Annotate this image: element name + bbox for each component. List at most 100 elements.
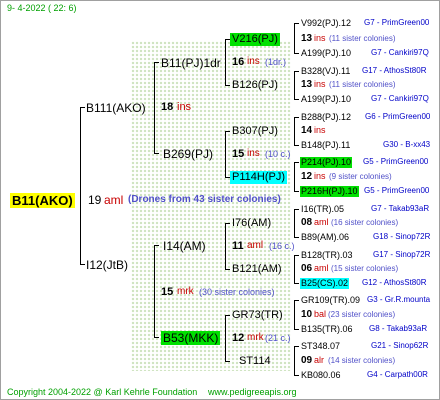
connector xyxy=(294,209,299,210)
gen4-name-9[interactable]: I16(TR).05 xyxy=(301,205,344,214)
gen3-count-8: 09 xyxy=(301,355,313,366)
gen3-label-8[interactable]: ST114 xyxy=(237,355,273,368)
connector xyxy=(80,107,81,265)
gen4-name-12[interactable]: B25(CS).02 xyxy=(300,278,350,289)
gen1-top-abbr: ins xyxy=(177,101,192,113)
connector xyxy=(294,23,295,54)
gen3-count-2: 13 xyxy=(301,79,313,90)
gen1-bot-label[interactable]: I12(JtB) xyxy=(86,259,128,271)
website-link[interactable]: www.pedigreeapis.org xyxy=(208,388,297,397)
connector xyxy=(294,117,295,146)
gen4-name-7[interactable]: P214(PJ).10 xyxy=(300,157,353,168)
pedigree-frame: 9- 4-2022 ( 22: 6) Copyright 2004-2022 @… xyxy=(0,0,440,400)
gen4-name-8[interactable]: P216H(PJ).10 xyxy=(300,186,359,197)
gen2-abbr-3: aml xyxy=(247,240,264,251)
gen3-abbr-3: ins xyxy=(314,125,326,135)
gen3-abbr-2: ins xyxy=(314,79,326,89)
gen4-name-5[interactable]: B288(PJ).12 xyxy=(301,113,351,122)
gen4-code-14: G8 - Takab93aR xyxy=(369,324,428,333)
gen4-code-6: G30 - B-xx43 xyxy=(383,140,431,149)
connector xyxy=(294,145,299,146)
gen3-label-4[interactable]: P114H(PJ) xyxy=(230,171,287,184)
gen4-name-10[interactable]: B89(AM).06 xyxy=(301,233,349,242)
date-stamp: 9- 4-2022 ( 22: 6) xyxy=(7,3,77,13)
gen4-code-9: G7 - Takab93aR xyxy=(371,204,430,213)
connector xyxy=(294,375,299,376)
connector xyxy=(294,99,299,100)
connector xyxy=(225,223,226,270)
gen4-name-3[interactable]: B328(VJ).11 xyxy=(301,67,350,76)
gen3-note-5: (16 sister colonies) xyxy=(331,218,399,227)
gen3-note-2: (11 sister colonies) xyxy=(329,80,396,89)
gen3-count-7: 10 xyxy=(301,309,313,320)
gen4-name-1[interactable]: V992(PJ).12 xyxy=(301,19,351,28)
connector xyxy=(80,107,85,108)
gen4-code-10: G18 - Sinop72R xyxy=(373,232,431,241)
connector xyxy=(154,245,155,338)
gen2-abbr-1: ins xyxy=(247,56,260,67)
connector xyxy=(225,39,226,86)
gen3-count-4: 12 xyxy=(301,171,313,182)
connector xyxy=(294,255,295,284)
connector xyxy=(294,71,299,72)
gen1-top-count: 18 xyxy=(161,101,174,113)
gen4-code-16: G4 - Carpath00R xyxy=(367,370,428,379)
connector xyxy=(294,300,299,301)
gen4-name-6[interactable]: B148(PJ).11 xyxy=(301,141,350,150)
gen4-code-12: G12 - AthosSt80R xyxy=(362,278,427,287)
gen3-count-6: 06 xyxy=(301,263,313,274)
connector xyxy=(294,300,295,330)
gen2-note-4: (21 c.) xyxy=(265,333,291,343)
connector xyxy=(154,62,159,63)
gen2-note-1: (1dr.) xyxy=(265,57,287,67)
connector xyxy=(294,209,295,238)
connector xyxy=(294,117,299,118)
connector xyxy=(294,23,299,24)
gen3-label-7[interactable]: GR73(TR) xyxy=(230,309,285,322)
gen2-label-3[interactable]: I14(AM) xyxy=(163,240,206,252)
gen4-name-11[interactable]: B128(TR).03 xyxy=(301,251,353,260)
gen4-name-13[interactable]: GR109(TR).09 xyxy=(301,296,360,305)
gen4-code-3: G17 - AthosSt80R xyxy=(362,66,427,75)
gen3-label-2[interactable]: B126(PJ) xyxy=(230,79,280,92)
gen2-label-1[interactable]: B11(PJ)1dr xyxy=(161,57,221,69)
gen3-note-7: (23 sister colonies) xyxy=(328,310,396,319)
gen4-code-2: G7 - Cankiri97Q xyxy=(371,48,429,57)
gen3-abbr-1: ins xyxy=(314,33,326,43)
gen4-code-15: G21 - Sinop62R xyxy=(371,341,429,350)
gen4-name-16[interactable]: KB080.06 xyxy=(301,371,341,380)
gen4-name-4[interactable]: A199(PJ).10 xyxy=(301,95,351,104)
gen4-name-2[interactable]: A199(PJ).10 xyxy=(301,49,351,58)
gen3-label-3[interactable]: B307(PJ) xyxy=(230,125,280,138)
gen3-note-4: (9 sister colonies) xyxy=(329,172,392,181)
gen3-label-6[interactable]: B121(AM) xyxy=(230,263,284,276)
gen3-abbr-8: alr xyxy=(314,355,325,365)
root-queen-label[interactable]: B11(AKO) xyxy=(10,193,75,208)
connector xyxy=(294,346,299,347)
gen3-note-8: (14 sister colonies) xyxy=(328,356,396,365)
gen4-code-11: G17 - Sinop72R xyxy=(373,250,431,259)
connector xyxy=(154,62,155,154)
gen3-note-1: (11 sister colonies) xyxy=(329,34,396,43)
gen3-label-5[interactable]: I76(AM) xyxy=(230,217,273,230)
connector xyxy=(294,71,295,100)
gen2-note-3: (16 c.) xyxy=(269,241,295,251)
gen2-count-2: 15 xyxy=(232,148,245,160)
connector xyxy=(294,329,299,330)
gen2-label-2[interactable]: B269(PJ) xyxy=(163,148,213,160)
connector xyxy=(294,237,299,238)
gen4-code-5: G6 - PrimGreen00 xyxy=(365,112,431,121)
gen4-code-1: G7 - PrimGreen00 xyxy=(364,18,430,27)
gen3-count-3: 14 xyxy=(301,125,313,136)
gen1-bot-abbr: mrk xyxy=(177,286,194,297)
gen2-label-4[interactable]: B53(MKK) xyxy=(161,331,221,345)
connector xyxy=(80,264,85,265)
gen3-abbr-5: aml xyxy=(314,217,329,227)
gen3-count-1: 13 xyxy=(301,33,313,44)
gen1-top-label[interactable]: B111(AKO) xyxy=(86,102,146,114)
gen4-name-15[interactable]: ST348.07 xyxy=(301,342,340,351)
root-count: 19 xyxy=(88,193,102,207)
gen2-note-2: (10 c.) xyxy=(265,149,291,159)
gen3-label-1[interactable]: V216(PJ) xyxy=(230,33,280,46)
gen4-name-14[interactable]: B135(TR).06 xyxy=(301,325,353,334)
